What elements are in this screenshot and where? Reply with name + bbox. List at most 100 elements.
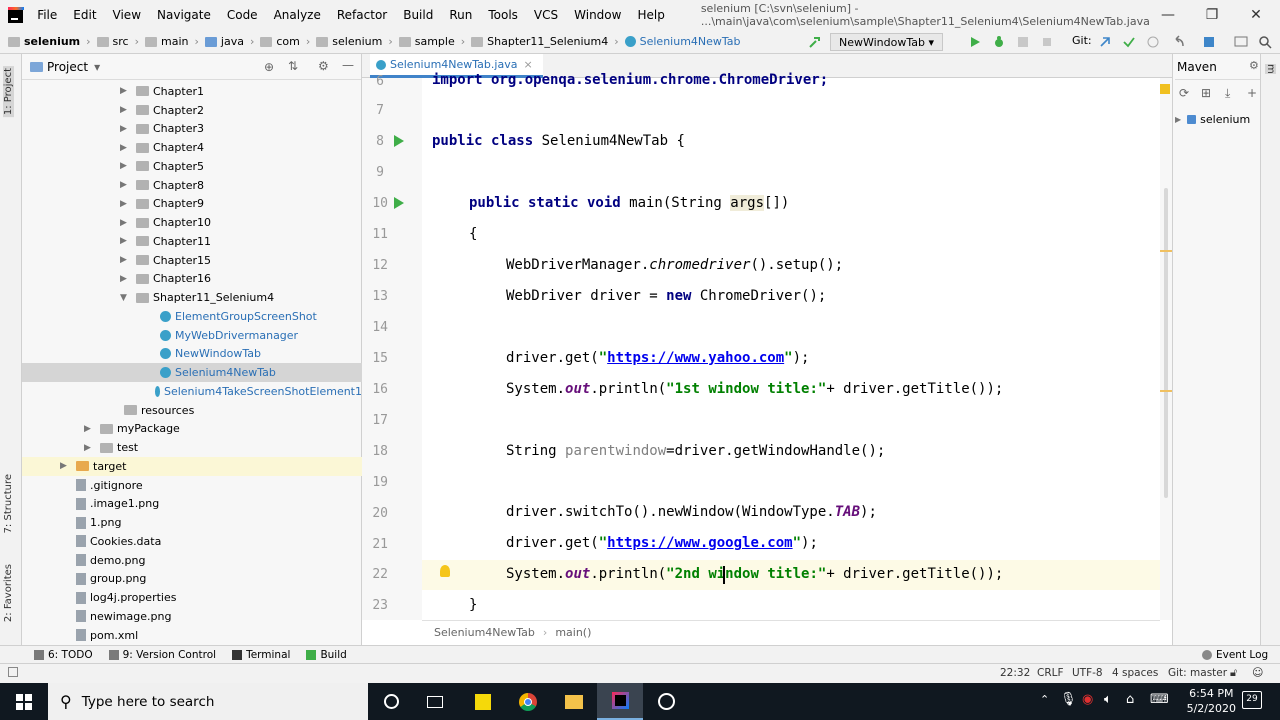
tree-item[interactable]: ▼ Shapter11_Selenium4 <box>22 288 362 307</box>
breadcrumb-class[interactable]: Selenium4NewTab <box>434 626 535 639</box>
version-control-tool-button[interactable]: 9: Version Control <box>108 649 216 661</box>
tree-item[interactable]: ▶ Chapter15 <box>22 251 362 270</box>
tree-item[interactable]: 1.png <box>22 513 362 532</box>
tree-item[interactable]: newimage.png <box>22 607 362 626</box>
tree-item[interactable]: ▶ Chapter5 <box>22 157 362 176</box>
tree-item[interactable]: MyWebDrivermanager <box>22 326 362 345</box>
coverage-icon[interactable] <box>1016 35 1030 49</box>
reload-icon[interactable]: ⟳ <box>1179 86 1189 100</box>
file-encoding[interactable]: UTF-8 <box>1072 667 1103 679</box>
expand-right-icon[interactable]: ▶ <box>120 143 130 153</box>
menu-view[interactable]: View <box>113 8 141 22</box>
tool-windows-toggle-icon[interactable] <box>8 667 18 677</box>
build-hammer-icon[interactable] <box>808 35 822 49</box>
tree-item[interactable]: ▶ Chapter9 <box>22 195 362 214</box>
tree-item[interactable]: ▶ Chapter11 <box>22 232 362 251</box>
taskbar-search-box[interactable]: ⚲ Type here to search <box>48 683 368 720</box>
inspector-icon[interactable]: ☺ <box>1252 666 1263 679</box>
cortana-icon[interactable] <box>368 683 414 720</box>
file-explorer-icon[interactable] <box>551 683 597 720</box>
tree-item[interactable]: ▶ Chapter2 <box>22 101 362 120</box>
crumb-com[interactable]: com › <box>260 35 310 48</box>
notification-center-icon[interactable]: 29 <box>1242 691 1262 709</box>
crumb-src[interactable]: src › <box>96 35 139 48</box>
expand-right-icon[interactable]: ▶ <box>60 461 70 471</box>
crumb-sample[interactable]: sample › <box>398 35 465 48</box>
tree-item[interactable]: .image1.png <box>22 495 362 514</box>
expand-right-icon[interactable]: ▶ <box>84 424 94 434</box>
menu-window[interactable]: Window <box>574 8 621 22</box>
menu-run[interactable]: Run <box>449 8 472 22</box>
tree-item[interactable]: log4j.properties <box>22 588 362 607</box>
app-settings-icon[interactable] <box>643 683 689 720</box>
menu-build[interactable]: Build <box>403 8 433 22</box>
task-view-icon[interactable] <box>412 683 458 720</box>
crumb-java[interactable]: java › <box>204 35 254 48</box>
expand-right-icon[interactable]: ▶ <box>120 199 130 209</box>
project-structure-icon[interactable] <box>1202 35 1216 49</box>
google-url-link[interactable]: https://www.google.com <box>607 535 792 551</box>
expand-right-icon[interactable]: ▶ <box>120 255 130 265</box>
crumb-package[interactable]: Shapter11_Selenium4 › <box>471 35 619 48</box>
tree-item[interactable]: ▶ Chapter16 <box>22 270 362 289</box>
yahoo-url-link[interactable]: https://www.yahoo.com <box>607 350 784 366</box>
menu-tools[interactable]: Tools <box>488 8 518 22</box>
history-icon[interactable] <box>1146 35 1160 49</box>
menu-file[interactable]: File <box>37 8 57 22</box>
tree-item[interactable]: NewWindowTab <box>22 345 362 364</box>
expand-right-icon[interactable]: ▶ <box>120 274 130 284</box>
tree-item[interactable]: ▶ target <box>22 457 362 476</box>
tree-item[interactable]: ▶ Chapter3 <box>22 120 362 139</box>
tree-item[interactable]: .gitignore <box>22 476 362 495</box>
crumb-selenium[interactable]: selenium › <box>316 35 393 48</box>
microphone-icon[interactable]: 🎙︎ <box>1060 692 1077 707</box>
menu-code[interactable]: Code <box>227 8 258 22</box>
debug-icon[interactable] <box>992 35 1006 49</box>
maven-project-item[interactable]: ▶ selenium <box>1173 110 1261 128</box>
intention-bulb-icon[interactable] <box>440 565 450 577</box>
download-icon[interactable]: ⤓ <box>1225 86 1230 101</box>
tree-item[interactable]: demo.png <box>22 551 362 570</box>
project-title[interactable]: Project <box>47 60 88 74</box>
stop-icon[interactable] <box>1040 35 1054 49</box>
tree-item[interactable]: ▶ Chapter1 <box>22 82 362 101</box>
expand-down-icon[interactable]: ▼ <box>120 293 130 303</box>
line-separator[interactable]: CRLF <box>1037 667 1064 679</box>
expand-right-icon[interactable]: ▶ <box>120 218 130 228</box>
tree-item[interactable]: Selenium4TakeScreenShotElement1 <box>22 382 362 401</box>
gear-icon[interactable]: ⚙ <box>318 59 329 73</box>
locate-icon[interactable]: ⊕ <box>264 60 274 74</box>
tree-item[interactable]: pom.xml <box>22 626 362 645</box>
crumb-main[interactable]: main › <box>145 35 199 48</box>
expand-right-icon[interactable]: ▶ <box>120 105 130 115</box>
vcs-update-icon[interactable] <box>1098 35 1112 49</box>
volume-icon[interactable]: 🔈︎ <box>1104 692 1112 707</box>
expand-right-icon[interactable]: ▶ <box>120 180 130 190</box>
tree-item[interactable]: Selenium4NewTab <box>22 363 362 382</box>
run-icon[interactable] <box>968 35 982 49</box>
restore-icon[interactable]: ❐ <box>1190 0 1234 30</box>
menu-help[interactable]: Help <box>637 8 664 22</box>
run-configuration-select[interactable]: NewWindowTab ▾ <box>830 33 944 51</box>
system-clock[interactable]: 6:54 PM 5/2/2020 <box>1187 686 1236 716</box>
git-branch[interactable]: Git: master <box>1168 667 1227 679</box>
crumb-class[interactable]: Selenium4NewTab <box>624 35 741 48</box>
run-class-icon[interactable] <box>394 135 404 147</box>
todo-tool-button[interactable]: 6: TODO <box>34 649 93 661</box>
tab-close-icon[interactable]: × <box>523 58 532 71</box>
rollback-icon[interactable] <box>1172 35 1186 49</box>
tree-item[interactable]: ▶ Chapter4 <box>22 138 362 157</box>
close-icon[interactable]: ✕ <box>1234 0 1278 30</box>
intellij-taskbar-icon[interactable] <box>597 683 643 720</box>
caret-position[interactable]: 22:32 <box>1000 667 1030 679</box>
start-button[interactable] <box>0 683 48 720</box>
tree-item[interactable]: ▶ Chapter8 <box>22 176 362 195</box>
intellij-logo-icon[interactable] <box>8 7 24 23</box>
menu-navigate[interactable]: Navigate <box>157 8 211 22</box>
recording-icon[interactable]: ◉ <box>1082 692 1093 707</box>
favorites-tool-tab[interactable]: 2: Favorites <box>3 564 14 622</box>
expand-right-icon[interactable]: ▶ <box>120 86 130 96</box>
collapse-all-icon[interactable]: ⇅ <box>288 59 298 73</box>
tree-item[interactable]: group.png <box>22 570 362 589</box>
tree-item[interactable]: ▶ test <box>22 438 362 457</box>
